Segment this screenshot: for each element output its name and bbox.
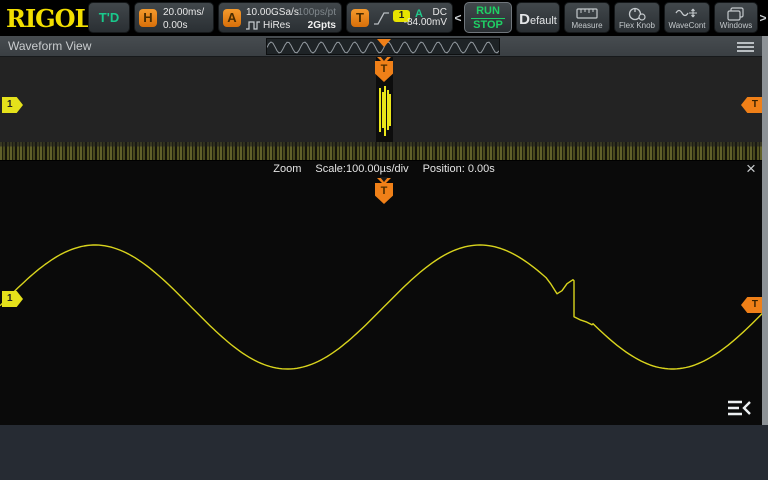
ruler-icon xyxy=(565,6,609,21)
flex-knob-label: Flex Knob xyxy=(615,21,659,30)
rigol-logo: RIGOL xyxy=(6,4,90,33)
burst-line xyxy=(379,88,381,132)
knob-icon xyxy=(615,6,659,21)
sample-rate: 10.00GSa/s xyxy=(246,6,299,19)
bottom-status-bar: ⚙ R CH1 500.00mV/ 0.00V 1X CH2 50.00mV/ … xyxy=(0,425,768,480)
measure-label: Measure xyxy=(565,21,609,30)
windows-icon xyxy=(715,6,757,21)
burst-line xyxy=(384,86,386,136)
trigger-level: -84.00mV xyxy=(404,17,447,28)
top-toolbar: RIGOL T'D H 20.00ms/ 0.00s A 10.00GSa/s … xyxy=(0,0,768,36)
oscilloscope-screen: RIGOL T'D H 20.00ms/ 0.00s A 10.00GSa/s … xyxy=(0,0,768,480)
wave-icon xyxy=(665,6,709,21)
timebase-position: 0.00s xyxy=(163,19,204,32)
view-title: Waveform View xyxy=(8,39,91,53)
toolbar-scroll-right[interactable]: > xyxy=(758,8,768,28)
menu-icon[interactable] xyxy=(737,42,754,54)
acquisition-icon: A xyxy=(223,9,241,27)
zoom-waveform-plot xyxy=(0,160,768,425)
wavecont-label: WaveCont xyxy=(665,21,709,30)
default-label: Default xyxy=(517,11,559,28)
acquisition-settings-button[interactable]: A 10.00GSa/s HiRes 100ps/pt 2Gpts xyxy=(218,2,342,33)
burst-line xyxy=(389,94,391,126)
trigger-icon: T xyxy=(351,9,369,27)
collapse-menu-icon[interactable] xyxy=(726,398,756,418)
windows-label: Windows xyxy=(715,21,757,30)
run-stop-button[interactable]: RUN STOP xyxy=(464,2,512,33)
overview-position-marker[interactable] xyxy=(377,39,391,47)
stop-label: STOP xyxy=(465,19,511,32)
acquisition-mode: HiRes xyxy=(263,19,290,32)
trigger-settings-button[interactable]: T 1 A DC -84.00mV xyxy=(346,2,453,33)
horizontal-settings-button[interactable]: H 20.00ms/ 0.00s xyxy=(134,2,214,33)
trigger-status-badge: T'D xyxy=(88,2,130,33)
flex-knob-button[interactable]: Flex Knob xyxy=(614,2,660,33)
sample-resolution: 100ps/pt xyxy=(298,6,336,19)
measure-button[interactable]: Measure xyxy=(564,2,610,33)
scrollbar[interactable] xyxy=(762,36,768,425)
timebase-scale: 20.00ms/ xyxy=(163,6,204,19)
square-wave-icon xyxy=(246,21,260,30)
rising-edge-icon xyxy=(373,11,390,26)
windows-button[interactable]: Windows xyxy=(714,2,758,33)
run-label: RUN xyxy=(471,4,505,19)
default-button[interactable]: Default xyxy=(516,2,560,33)
horizontal-icon: H xyxy=(139,9,157,27)
toolbar-scroll-left[interactable]: < xyxy=(453,8,463,28)
memory-depth: 2Gpts xyxy=(298,19,336,32)
wavecont-button[interactable]: WaveCont xyxy=(664,2,710,33)
